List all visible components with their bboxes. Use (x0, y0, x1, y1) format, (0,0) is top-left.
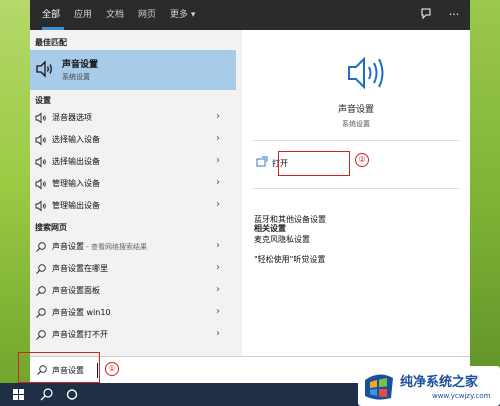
open-icon (256, 156, 268, 167)
list-item[interactable]: 声音设置 win10 › (30, 302, 236, 324)
chevron-right-icon[interactable]: › (216, 306, 220, 317)
desktop-wallpaper-right (470, 0, 500, 406)
search-icon (36, 308, 46, 318)
list-item[interactable]: 声音设置 - 查看网络搜索结果 › (30, 236, 236, 258)
list-item[interactable]: 声音设置打不开 › (30, 324, 236, 346)
desktop-wallpaper-left (0, 0, 30, 406)
watermark-url: www.ycwjzy.com (432, 392, 491, 400)
best-match-subtitle: 系统设置 (62, 73, 90, 81)
cortana-button[interactable] (58, 383, 88, 406)
cortana-icon (66, 389, 78, 400)
tab-apps[interactable]: 应用 (74, 0, 92, 30)
tab-more[interactable]: 更多 ▾ (170, 0, 195, 30)
chevron-right-icon[interactable]: › (216, 262, 220, 273)
site-watermark: 纯净系统之家 www.ycwjzy.com (358, 366, 500, 406)
preview-title: 声音设置 (337, 105, 374, 115)
preview-pane: 声音设置 系统设置 打开 ② 相关设置 蓝牙和其他设备设置 麦克风隐私设置 "轻… (242, 30, 470, 356)
list-item-label: 声音设置在哪里 (52, 264, 108, 273)
watermark-logo (365, 374, 393, 400)
list-item[interactable]: 选择输出设备 › (30, 151, 236, 173)
list-item-label: 混音器选项 (52, 113, 92, 122)
windows-logo-icon (13, 389, 24, 400)
chevron-right-icon[interactable]: › (216, 284, 220, 295)
list-item-hint: - 查看网络搜索结果 (84, 243, 147, 251)
related-link-ease-of-access-audio[interactable]: "轻松使用"听觉设置 (254, 254, 325, 265)
feedback-icon[interactable] (418, 7, 434, 23)
speaker-icon (346, 55, 386, 91)
chevron-right-icon[interactable]: › (216, 328, 220, 339)
speaker-icon (35, 134, 46, 146)
list-item-label: 声音设置 win10 (52, 308, 111, 317)
chevron-right-icon[interactable]: › (216, 177, 220, 188)
list-item[interactable]: 混音器选项 › (30, 107, 236, 129)
annotation-step-1: ① (105, 362, 119, 376)
start-button[interactable] (4, 383, 34, 406)
list-item-label: 管理输出设备 (52, 201, 100, 210)
list-item-label: 选择输入设备 (52, 135, 100, 144)
more-options-icon[interactable]: ··· (446, 7, 462, 23)
divider (252, 188, 460, 189)
results-list: 最佳匹配 声音设置 系统设置 设置 混音器选项 › 选择输入设备 › 选择输出设… (30, 30, 236, 356)
search-filter-bar: 全部 应用 文档 网页 更多 ▾ ··· (30, 0, 470, 30)
search-icon (36, 264, 46, 274)
watermark-title: 纯净系统之家 (400, 375, 479, 390)
chevron-right-icon[interactable]: › (216, 240, 220, 251)
list-item-label: 声音设置面板 (52, 286, 100, 295)
tab-all[interactable]: 全部 (42, 0, 60, 30)
section-best-match: 最佳匹配 (35, 38, 67, 47)
speaker-icon (35, 200, 46, 212)
speaker-icon (35, 156, 46, 168)
speaker-icon (35, 59, 55, 79)
list-item-label: 声音设置打不开 (52, 330, 108, 339)
best-match-title: 声音设置 (62, 60, 99, 70)
list-item[interactable]: 管理输出设备 › (30, 195, 236, 217)
chevron-right-icon[interactable]: › (216, 155, 220, 166)
tab-web[interactable]: 网页 (138, 0, 156, 30)
section-settings: 设置 (35, 96, 51, 105)
list-item-label: 声音设置 - 查看网络搜索结果 (52, 242, 147, 251)
chevron-right-icon[interactable]: › (216, 111, 220, 122)
chevron-right-icon[interactable]: › (216, 133, 220, 144)
search-icon (36, 330, 46, 340)
search-icon (36, 286, 46, 296)
divider (252, 140, 460, 141)
speaker-icon (35, 178, 46, 190)
search-icon (36, 242, 46, 252)
highlight-box-search (18, 352, 100, 383)
list-item[interactable]: 声音设置面板 › (30, 280, 236, 302)
preview-subtitle: 系统设置 (342, 120, 370, 128)
search-panel: 全部 应用 文档 网页 更多 ▾ ··· 最佳匹配 声音设置 系统设置 设置 混… (30, 0, 470, 356)
list-item[interactable]: 声音设置在哪里 › (30, 258, 236, 280)
list-item-label: 选择输出设备 (52, 157, 100, 166)
annotation-step-2: ② (355, 153, 369, 167)
list-item[interactable]: 选择输入设备 › (30, 129, 236, 151)
related-link-bluetooth[interactable]: 蓝牙和其他设备设置 (254, 214, 326, 225)
best-match-item[interactable]: 声音设置 系统设置 (30, 50, 236, 90)
speaker-icon (35, 112, 46, 124)
tab-documents[interactable]: 文档 (106, 0, 124, 30)
chevron-right-icon[interactable]: › (216, 199, 220, 210)
list-item[interactable]: 管理输入设备 › (30, 173, 236, 195)
highlight-box-open (278, 151, 350, 176)
list-item-label: 管理输入设备 (52, 179, 100, 188)
related-link-microphone-privacy[interactable]: 麦克风隐私设置 (254, 234, 310, 245)
section-web: 搜索网页 (35, 223, 67, 232)
